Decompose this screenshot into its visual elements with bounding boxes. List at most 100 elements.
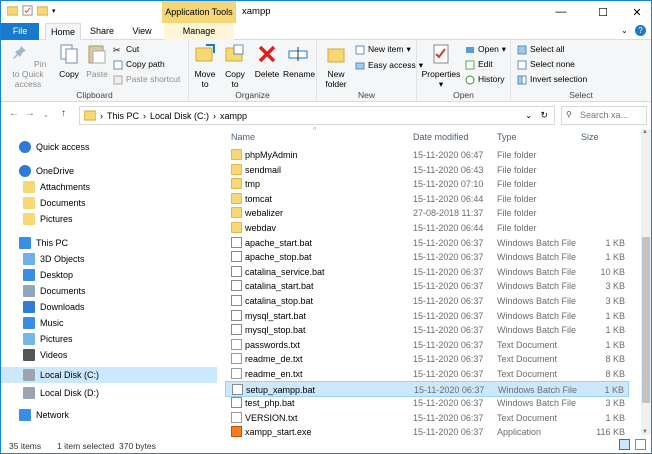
- open-button[interactable]: Open ▾: [465, 44, 506, 55]
- file-row[interactable]: apache_stop.bat 15-11-2020 06:37 Windows B…: [225, 249, 629, 265]
- maximize-button[interactable]: ☐: [585, 1, 621, 23]
- crumb-this-pc[interactable]: This PC: [107, 111, 139, 121]
- file-name: readme_de.txt: [245, 354, 303, 365]
- cube-icon: [23, 253, 35, 265]
- properties-button[interactable]: Properties ▾: [421, 43, 461, 89]
- nav-item[interactable]: Videos: [1, 347, 217, 363]
- scroll-down-icon[interactable]: ▼: [642, 429, 648, 435]
- invert-selection-button[interactable]: Invert selection: [517, 74, 587, 85]
- copy-icon: [60, 44, 78, 64]
- back-button[interactable]: ←: [9, 108, 19, 119]
- nav-item[interactable]: Desktop: [1, 267, 217, 283]
- vertical-scrollbar[interactable]: ▲ ▼: [641, 129, 651, 435]
- nav-item[interactable]: This PC: [1, 235, 217, 251]
- nav-item[interactable]: Network: [1, 407, 217, 423]
- nav-item-label: Downloads: [40, 302, 85, 312]
- pin-button[interactable]: Pin to Quick access: [5, 43, 51, 89]
- file-row[interactable]: catalina_stop.bat 15-11-2020 06:37 Windows…: [225, 293, 629, 309]
- nav-item[interactable]: Documents: [1, 195, 217, 211]
- large-icons-view-icon[interactable]: [635, 439, 646, 450]
- file-row[interactable]: mysql_stop.bat 15-11-2020 06:37 Windows Ba…: [225, 322, 629, 338]
- nav-item[interactable]: Documents: [1, 283, 217, 299]
- nav-item[interactable]: Quick access: [1, 139, 217, 155]
- file-row[interactable]: setup_xampp.bat 15-11-2020 06:37 Windows B…: [225, 380, 629, 397]
- forward-button[interactable]: →: [25, 108, 35, 119]
- new-folder-button[interactable]: New folder: [321, 43, 351, 89]
- edit-button[interactable]: Edit: [465, 59, 493, 70]
- file-row[interactable]: webdav 15-11-2020 06:44 File folder: [225, 220, 629, 236]
- file-row[interactable]: test_php.bat 15-11-2020 06:37 Windows Batc…: [225, 395, 629, 411]
- file-size: 3 KB: [605, 398, 625, 409]
- file-row[interactable]: webalizer 27-08-2018 11:37 File folder: [225, 205, 629, 221]
- copy-button[interactable]: Copy: [55, 43, 83, 79]
- tab-manage[interactable]: Manage: [164, 23, 234, 40]
- scroll-thumb[interactable]: [642, 237, 650, 403]
- file-row[interactable]: readme_en.txt 15-11-2020 06:37 Text Docume…: [225, 366, 629, 382]
- close-button[interactable]: ✕: [619, 1, 652, 23]
- history-button[interactable]: History: [465, 74, 504, 85]
- file-row[interactable]: tmp 15-11-2020 07:10 File folder: [225, 176, 629, 192]
- tab-view[interactable]: View: [125, 23, 159, 40]
- file-date: 15-11-2020 06:37: [413, 325, 484, 336]
- file-row[interactable]: sendmail 15-11-2020 06:43 File folder: [225, 162, 629, 178]
- select-all-label: Select all: [530, 44, 565, 54]
- move-to-button[interactable]: Move to: [191, 43, 219, 89]
- nav-item[interactable]: Local Disk (D:): [1, 385, 217, 401]
- nav-item[interactable]: Attachments: [1, 179, 217, 195]
- cut-button[interactable]: ✂ Cut: [113, 44, 139, 55]
- ribbon-collapse-icon[interactable]: ⌄: [621, 26, 628, 35]
- refresh-icon[interactable]: ↻: [540, 110, 548, 121]
- column-header-type[interactable]: Type: [497, 132, 517, 142]
- select-none-button[interactable]: Select none: [517, 59, 575, 70]
- column-header-date[interactable]: Date modified: [413, 132, 469, 142]
- explorer-window: ▾ Application Tools xampp — ☐ ✕ File Hom…: [0, 0, 652, 454]
- nav-item[interactable]: Local Disk (C:): [1, 367, 217, 383]
- nav-item[interactable]: Music: [1, 315, 217, 331]
- minimize-button[interactable]: —: [543, 1, 579, 23]
- nav-item[interactable]: Pictures: [1, 211, 217, 227]
- column-header-size[interactable]: Size: [581, 132, 599, 142]
- tab-share[interactable]: Share: [85, 23, 119, 40]
- tab-file[interactable]: File: [1, 23, 39, 40]
- easy-access-button[interactable]: Easy access ▾: [355, 60, 423, 71]
- rename-button[interactable]: Rename: [283, 43, 315, 79]
- column-header-name[interactable]: Name: [231, 132, 255, 142]
- help-icon[interactable]: ?: [635, 25, 646, 36]
- nav-item[interactable]: OneDrive: [1, 163, 217, 179]
- file-row[interactable]: catalina_start.bat 15-11-2020 06:37 Window…: [225, 278, 629, 294]
- search-input[interactable]: Search xa...: [561, 106, 647, 125]
- nav-item[interactable]: Pictures: [1, 331, 217, 347]
- file-row[interactable]: VERSION.txt 15-11-2020 06:37 Text Document…: [225, 410, 629, 426]
- file-row[interactable]: passwords.txt 15-11-2020 06:37 Text Docume…: [225, 337, 629, 353]
- path-box[interactable]: › This PC › Local Disk (C:) › xampp ⌄ ↻: [79, 106, 555, 125]
- qat-dropdown-icon[interactable]: ▾: [52, 7, 56, 15]
- paste-button[interactable]: Paste: [85, 43, 109, 79]
- tab-home[interactable]: Home: [45, 23, 81, 41]
- file-row[interactable]: phpMyAdmin 15-11-2020 06:47 File folder: [225, 147, 629, 163]
- paste-shortcut-button[interactable]: Paste shortcut: [113, 74, 180, 85]
- file-size: 116 KB: [596, 427, 625, 438]
- crumb-xampp[interactable]: xampp: [220, 111, 247, 121]
- file-row[interactable]: tomcat 15-11-2020 06:44 File folder: [225, 191, 629, 207]
- copy-to-button[interactable]: Copy to: [221, 43, 249, 89]
- file-name: tomcat: [245, 193, 273, 204]
- file-size: 1 KB: [605, 252, 625, 263]
- file-row[interactable]: apache_start.bat 15-11-2020 06:37 Windows …: [225, 235, 629, 251]
- nav-item[interactable]: 3D Objects: [1, 251, 217, 267]
- new-item-button[interactable]: New item ▾: [355, 44, 411, 55]
- up-button[interactable]: ↑: [61, 108, 66, 119]
- file-row[interactable]: catalina_service.bat 15-11-2020 06:37 Wind…: [225, 264, 629, 280]
- file-row[interactable]: mysql_start.bat 15-11-2020 06:37 Windows B…: [225, 308, 629, 324]
- nav-item[interactable]: Downloads: [1, 299, 217, 315]
- properties-icon[interactable]: [22, 5, 33, 16]
- address-dropdown-icon[interactable]: ⌄: [525, 111, 532, 120]
- details-view-icon[interactable]: [619, 439, 630, 450]
- copy-path-button[interactable]: Copy path: [113, 59, 165, 70]
- file-row[interactable]: readme_de.txt 15-11-2020 06:37 Text Docume…: [225, 351, 629, 367]
- delete-button[interactable]: Delete: [253, 43, 281, 79]
- recent-locations-icon[interactable]: ⌄: [43, 111, 49, 119]
- crumb-local-disk[interactable]: Local Disk (C:): [150, 111, 209, 121]
- scroll-up-icon[interactable]: ▲: [642, 129, 648, 135]
- new-folder-icon[interactable]: [37, 5, 48, 16]
- select-all-button[interactable]: Select all: [517, 44, 565, 55]
